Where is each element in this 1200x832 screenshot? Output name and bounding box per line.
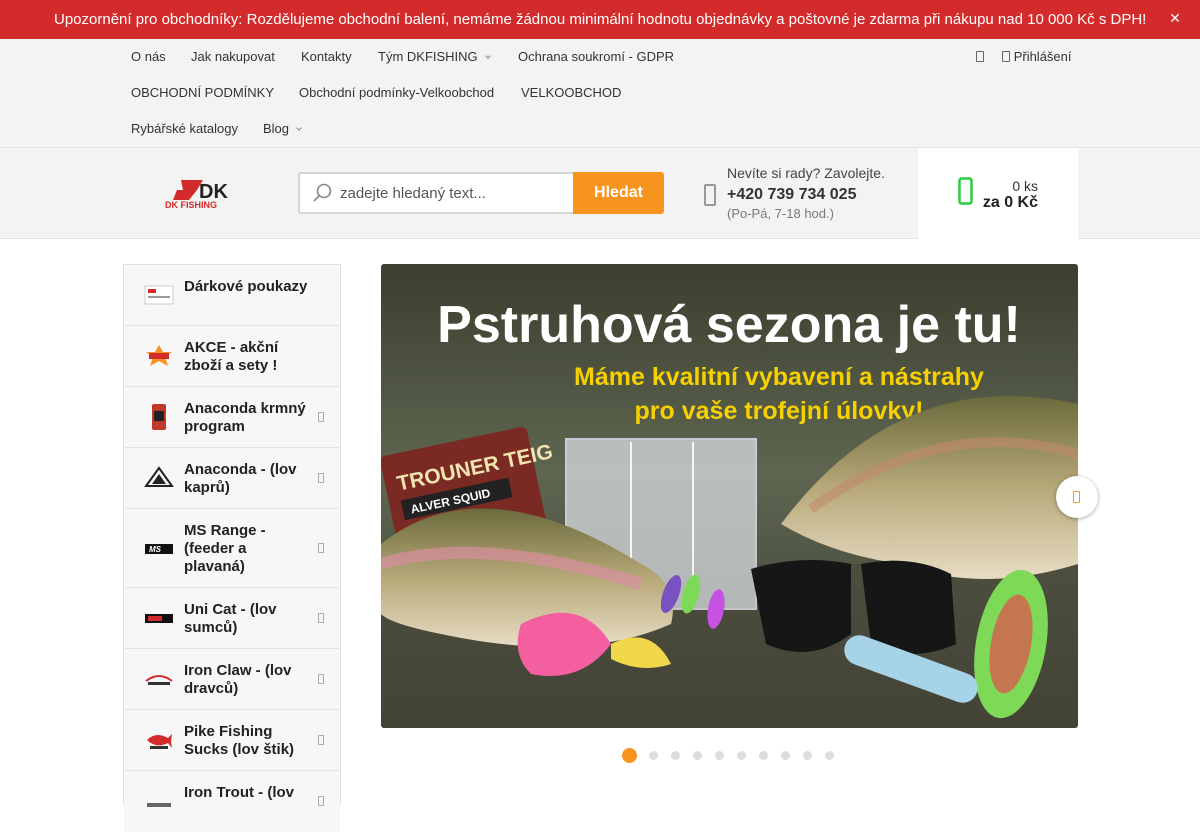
- search-box: [298, 172, 574, 214]
- login-label: Přihlášení: [1013, 49, 1072, 64]
- sidebar-item-gift-vouchers[interactable]: Dárkové poukazy: [124, 265, 340, 326]
- phone-number[interactable]: +420 739 734 025: [727, 186, 856, 204]
- sidebar-item-label: Anaconda - (lov kaprů): [184, 461, 297, 496]
- carousel-dot[interactable]: [671, 751, 680, 760]
- sidebar-item-label: MS Range - (feeder a plavaná): [184, 522, 266, 575]
- site-header: DK DK FISHING Hledat Nevíte si rady? Zav…: [0, 148, 1200, 239]
- iron-trout-logo-thumbnail: [147, 803, 171, 807]
- carousel-dot[interactable]: [759, 751, 768, 760]
- sidebar-item-label: Uni Cat - (lov sumců): [184, 601, 277, 636]
- carousel-dot[interactable]: [737, 751, 746, 760]
- sidebar-item-iron-claw[interactable]: Iron Claw - (lov dravců): [124, 649, 340, 710]
- nav-link-wholesale-terms[interactable]: Obchodní podmínky-Velkoobchod: [299, 85, 494, 100]
- user-icon: [1002, 51, 1011, 62]
- cart-total: za 0 Kč: [982, 194, 1038, 211]
- anaconda-logo-thumbnail: [144, 466, 174, 487]
- carousel-dot[interactable]: [649, 751, 658, 760]
- cart-count: 0 ks: [1012, 178, 1038, 194]
- notice-bar: Upozornění pro obchodníky: Rozdělujeme o…: [0, 0, 1200, 39]
- nav-link-gdpr[interactable]: Ochrana soukromí - GDPR: [518, 49, 674, 64]
- chevron-right-icon: [318, 543, 324, 553]
- phone-icon: [704, 184, 716, 206]
- cart-button[interactable]: 0 ks za 0 Kč: [918, 148, 1078, 239]
- carousel-dot[interactable]: [825, 751, 834, 760]
- sidebar-item-label: Pike Fishing Sucks (lov štik): [184, 723, 295, 758]
- sidebar-item-label: Anaconda krmný program: [184, 400, 306, 435]
- chevron-right-icon: [318, 613, 324, 623]
- bait-bag-thumbnail: [152, 404, 166, 430]
- search-input[interactable]: [340, 174, 568, 212]
- notice-text: Upozornění pro obchodníky: Rozdělujeme o…: [54, 11, 1147, 28]
- svg-text:MS: MS: [149, 545, 162, 554]
- pike-fishing-logo-thumbnail: [147, 734, 172, 749]
- carousel-dot[interactable]: [693, 751, 702, 760]
- dkfishing-logo[interactable]: DK DK FISHING: [163, 178, 243, 210]
- chevron-right-icon: [1073, 491, 1080, 503]
- sidebar-item-label: Iron Claw - (lov dravců): [184, 662, 292, 697]
- nav-link-blog[interactable]: Blog: [263, 121, 302, 136]
- sidebar-item-ms-range[interactable]: MS MS Range - (feeder a plavaná): [124, 509, 340, 588]
- lock-icon: [976, 51, 984, 62]
- carousel-dots: [620, 747, 850, 763]
- nav-link-team-label: Tým DKFISHING: [378, 49, 478, 64]
- sidebar-item-anaconda-carp[interactable]: Anaconda - (lov kaprů): [124, 448, 340, 509]
- sidebar-item-anaconda-bait[interactable]: Anaconda krmný program: [124, 387, 340, 448]
- sidebar-item-label: AKCE - akční zboží a sety !: [184, 339, 279, 374]
- banner-subline-2: pro vaše trofejní úlovky!: [635, 397, 924, 425]
- sidebar-item-label: Dárkové poukazy: [184, 278, 308, 295]
- banner-headline: Pstruhová sezona je tu!: [437, 296, 1021, 354]
- banner-next-button[interactable]: [1056, 476, 1098, 518]
- chevron-down-icon: [484, 53, 491, 59]
- nav-link-blog-label: Blog: [263, 121, 290, 136]
- chevron-right-icon: [318, 796, 324, 806]
- chevron-right-icon: [318, 473, 324, 483]
- nav-link-terms[interactable]: OBCHODNÍ PODMÍNKY: [131, 85, 274, 100]
- help-text: Nevíte si rady? Zavolejte.: [727, 165, 885, 181]
- chevron-right-icon: [318, 412, 324, 422]
- sidebar-item-iron-trout[interactable]: Iron Trout - (lov: [124, 771, 340, 832]
- sale-thumbnail: [146, 345, 172, 366]
- chevron-right-icon: [318, 735, 324, 745]
- sidebar-item-sale[interactable]: AKCE - akční zboží a sety !: [124, 326, 340, 387]
- cart-icon: [958, 177, 973, 205]
- banner-image: Pstruhová sezona je tu! Máme kvalitní vy…: [381, 264, 1078, 728]
- login-link[interactable]: Přihlášení: [976, 49, 1072, 64]
- carousel-dot[interactable]: [781, 751, 790, 760]
- ms-range-logo-thumbnail: MS: [145, 544, 173, 554]
- nav-link-catalogs[interactable]: Rybářské katalogy: [131, 121, 238, 136]
- nav-link-about[interactable]: O nás: [131, 49, 166, 64]
- carousel-dot[interactable]: [715, 751, 724, 760]
- sidebar-item-uni-cat[interactable]: Uni Cat - (lov sumců): [124, 588, 340, 649]
- carousel-dot[interactable]: [803, 751, 812, 760]
- nav-link-how-to-buy[interactable]: Jak nakupovat: [191, 49, 275, 64]
- close-icon[interactable]: ✕: [1168, 10, 1182, 28]
- uni-cat-logo-thumbnail: [145, 614, 173, 623]
- chevron-down-icon: [296, 125, 302, 131]
- sidebar-item-pike-fishing[interactable]: Pike Fishing Sucks (lov štik): [124, 710, 340, 771]
- gift-voucher-thumbnail: [144, 285, 174, 305]
- iron-claw-logo-thumbnail: [145, 675, 173, 685]
- category-sidebar: Dárkové poukazy AKCE - akční zboží a set…: [123, 264, 341, 832]
- nav-link-contacts[interactable]: Kontakty: [301, 49, 352, 64]
- nav-link-wholesale[interactable]: VELKOOBCHOD: [521, 85, 621, 100]
- nav-link-team[interactable]: Tým DKFISHING: [378, 49, 491, 64]
- banner-subline-1: Máme kvalitní vybavení a nástrahy: [574, 363, 984, 391]
- logo-text: DK FISHING: [165, 200, 217, 210]
- opening-hours: (Po-Pá, 7-18 hod.): [727, 206, 834, 221]
- chevron-right-icon: [318, 674, 324, 684]
- search-button[interactable]: Hledat: [573, 172, 664, 214]
- top-navigation: O nás Jak nakupovat Kontakty Tým DKFISHI…: [0, 39, 1200, 148]
- sidebar-item-label: Iron Trout - (lov: [184, 784, 294, 801]
- promo-banner[interactable]: Pstruhová sezona je tu! Máme kvalitní vy…: [381, 264, 1078, 728]
- search-icon: [313, 183, 332, 202]
- carousel-dot[interactable]: [622, 748, 637, 763]
